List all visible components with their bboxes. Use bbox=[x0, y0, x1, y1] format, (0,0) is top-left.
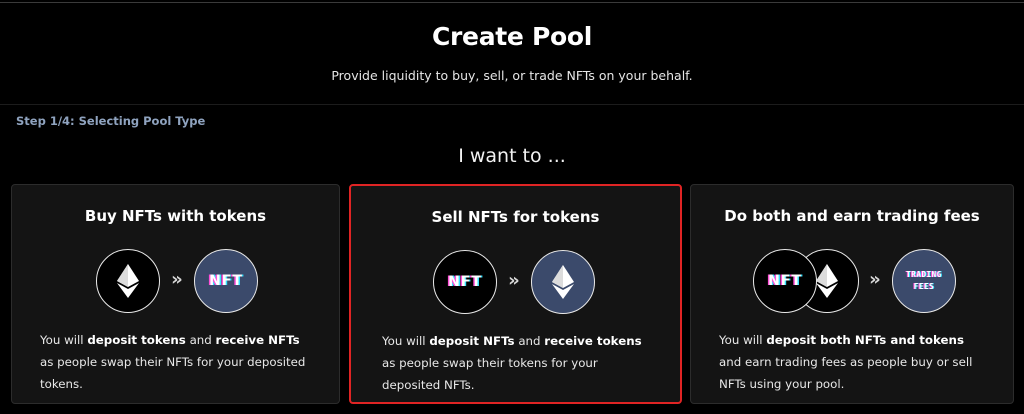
nft-icon: NFT bbox=[753, 249, 817, 313]
ethereum-icon bbox=[96, 249, 160, 313]
nft-icon-label: NFT bbox=[209, 273, 243, 289]
card-title: Buy NFTs with tokens bbox=[84, 207, 267, 225]
nft-icon: NFT bbox=[194, 249, 258, 313]
nft-icon-label: NFT bbox=[448, 274, 482, 290]
page-title: Create Pool bbox=[431, 22, 593, 51]
card-description: You will deposit NFTs and receive tokens… bbox=[382, 334, 642, 392]
card-description: You will deposit both NFTs and tokens an… bbox=[719, 333, 973, 391]
top-divider bbox=[0, 2, 1024, 3]
step-indicator: Step 1/4: Selecting Pool Type bbox=[16, 114, 206, 128]
card-title: Sell NFTs for tokens bbox=[431, 208, 600, 226]
nft-icon: NFT bbox=[433, 250, 497, 314]
pool-type-card-buy[interactable]: Buy NFTs with tokens » NFT You will depo… bbox=[11, 184, 340, 404]
pool-type-card-sell[interactable]: Sell NFTs for tokens NFT » You will depo… bbox=[349, 184, 682, 404]
trading-fees-icon: TRADING FEES bbox=[892, 249, 956, 313]
card-description: You will deposit tokens and receive NFTs… bbox=[40, 333, 306, 391]
header-divider bbox=[0, 104, 1024, 105]
pool-type-prompt: I want to ... bbox=[458, 145, 566, 167]
pool-type-card-trade[interactable]: Do both and earn trading fees NFT » TRAD… bbox=[690, 184, 1014, 404]
trading-fees-label: FEES bbox=[913, 282, 935, 291]
chevron-right-icon: » bbox=[869, 269, 881, 290]
trading-fees-label: TRADING bbox=[906, 270, 942, 279]
page-subtitle: Provide liquidity to buy, sell, or trade… bbox=[331, 68, 693, 83]
card-title: Do both and earn trading fees bbox=[724, 207, 980, 225]
chevron-right-icon: » bbox=[508, 270, 520, 291]
ethereum-icon bbox=[531, 250, 595, 314]
nft-icon-label: NFT bbox=[768, 273, 802, 289]
chevron-right-icon: » bbox=[171, 269, 183, 290]
